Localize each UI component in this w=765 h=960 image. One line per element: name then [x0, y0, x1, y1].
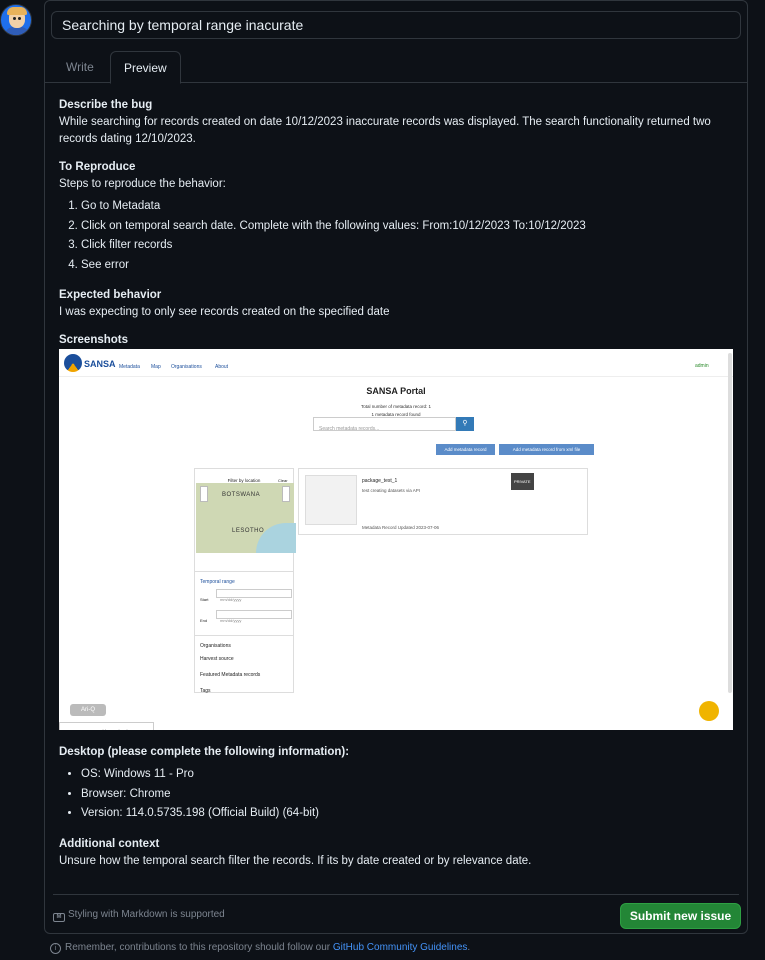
admin-link: admin	[695, 363, 709, 369]
zoom-control	[200, 486, 208, 502]
location-map: BOTSWANA LESOTHO	[196, 483, 296, 553]
heading-screenshots: Screenshots	[59, 334, 129, 346]
map-label-botswana: BOTSWANA	[222, 492, 261, 498]
markdown-icon: M	[53, 913, 65, 922]
status-url: 10.150.16.179:5000/dataset/package_test_…	[59, 722, 155, 730]
heading-describe: Describe the bug	[59, 99, 153, 111]
expected-text: I was expecting to only see records crea…	[59, 306, 390, 318]
featured-filter: Featured Metadata records	[200, 672, 261, 678]
heading-desktop: Desktop (please complete the following i…	[59, 746, 350, 758]
avatar-shirt	[5, 27, 29, 35]
list-item: See error	[81, 256, 735, 276]
nav-map: Map	[151, 364, 161, 370]
nav-metadata: Metadata	[119, 364, 140, 370]
guidelines-prefix: Remember, contributions to this reposito…	[65, 942, 333, 953]
add-record-button: Add metadata record	[436, 444, 495, 455]
community-guidelines-link[interactable]: GitHub Community Guidelines	[333, 942, 468, 953]
filter-panel: Filter by location Clear BOTSWANA LESOTH…	[194, 468, 296, 694]
describe-text: While searching for records created on d…	[59, 116, 711, 145]
editor-tabs: Write Preview	[45, 51, 747, 84]
markdown-note[interactable]: M Styling with Markdown is supported	[53, 909, 225, 922]
tags-filter: Tags	[200, 688, 211, 694]
user-avatar[interactable]	[0, 4, 32, 36]
nav-about: About	[215, 364, 229, 370]
sansa-logo-icon	[64, 354, 82, 372]
avatar-eye	[13, 17, 16, 20]
end-date-field: mm/dd/yyyy	[216, 610, 292, 623]
chat-icon	[699, 701, 719, 721]
context-text: Unsure how the temporal search filter th…	[59, 854, 532, 867]
sansa-logo-text: SANSA	[84, 359, 116, 369]
avatar-hair	[7, 7, 27, 15]
draw-control	[282, 486, 290, 502]
markdown-note-text: Styling with Markdown is supported	[68, 909, 225, 920]
map-label-lesotho: LESOTHO	[232, 528, 265, 534]
guidelines-suffix: .	[467, 942, 471, 953]
aria-widget: Ari-Q	[70, 704, 106, 716]
search-icon: ⚲	[456, 417, 474, 431]
add-record-xml-button: Add metadata record from xml file	[499, 444, 594, 455]
heading-context: Additional context	[59, 837, 160, 850]
record-description: test creating datasets via API	[362, 488, 421, 493]
record-card: package_test_1 PRIVATE test creating dat…	[298, 468, 588, 535]
divider	[53, 894, 739, 895]
tab-preview[interactable]: Preview	[110, 51, 181, 84]
heading-reproduce: To Reproduce	[59, 161, 136, 173]
heading-expected: Expected behavior	[59, 289, 162, 301]
avatar-eye	[18, 17, 21, 20]
screenshot-navbar: SANSA Metadata Map Organisations About a…	[59, 349, 733, 377]
markdown-preview: Describe the bug While searching for rec…	[59, 97, 735, 870]
record-thumbnail	[305, 475, 357, 525]
tab-write[interactable]: Write	[53, 51, 107, 84]
desktop-list: OS: Windows 11 - Pro Browser: Chrome Ver…	[81, 765, 735, 824]
guidelines-note: i Remember, contributions to this reposit…	[50, 942, 470, 954]
screenshot-scrollbar	[728, 353, 732, 693]
steps-list: Go to Metadata Click on temporal search …	[81, 197, 735, 275]
start-date-field: mm/dd/yyyy	[216, 589, 292, 602]
issue-form: Searching by temporal range inacurate Wr…	[44, 0, 748, 934]
list-item: Browser: Chrome	[81, 785, 735, 805]
portal-search-input: Search metadata records...	[313, 417, 456, 432]
nav-organisations: Organisations	[171, 364, 202, 370]
info-icon: i	[50, 943, 61, 954]
list-item: Go to Metadata	[81, 197, 735, 217]
list-item: OS: Windows 11 - Pro	[81, 765, 735, 785]
reproduce-intro: Steps to reproduce the behavior:	[59, 178, 226, 190]
submit-issue-button[interactable]: Submit new issue	[620, 903, 741, 929]
list-item: Click filter records	[81, 236, 735, 256]
temporal-range-label: Temporal range	[195, 571, 293, 591]
list-item: Version: 114.0.5735.198 (Official Build)…	[81, 804, 735, 824]
list-item: Click on temporal search date. Complete …	[81, 217, 735, 237]
embedded-screenshot[interactable]: SANSA Metadata Map Organisations About a…	[59, 349, 733, 730]
issue-title-input[interactable]: Searching by temporal range inacurate	[51, 11, 741, 39]
harvest-filter: Harvest source	[200, 656, 234, 662]
record-updated: Metadata Record Updated 2023-07-06	[362, 525, 440, 530]
private-badge: PRIVATE	[511, 473, 534, 490]
